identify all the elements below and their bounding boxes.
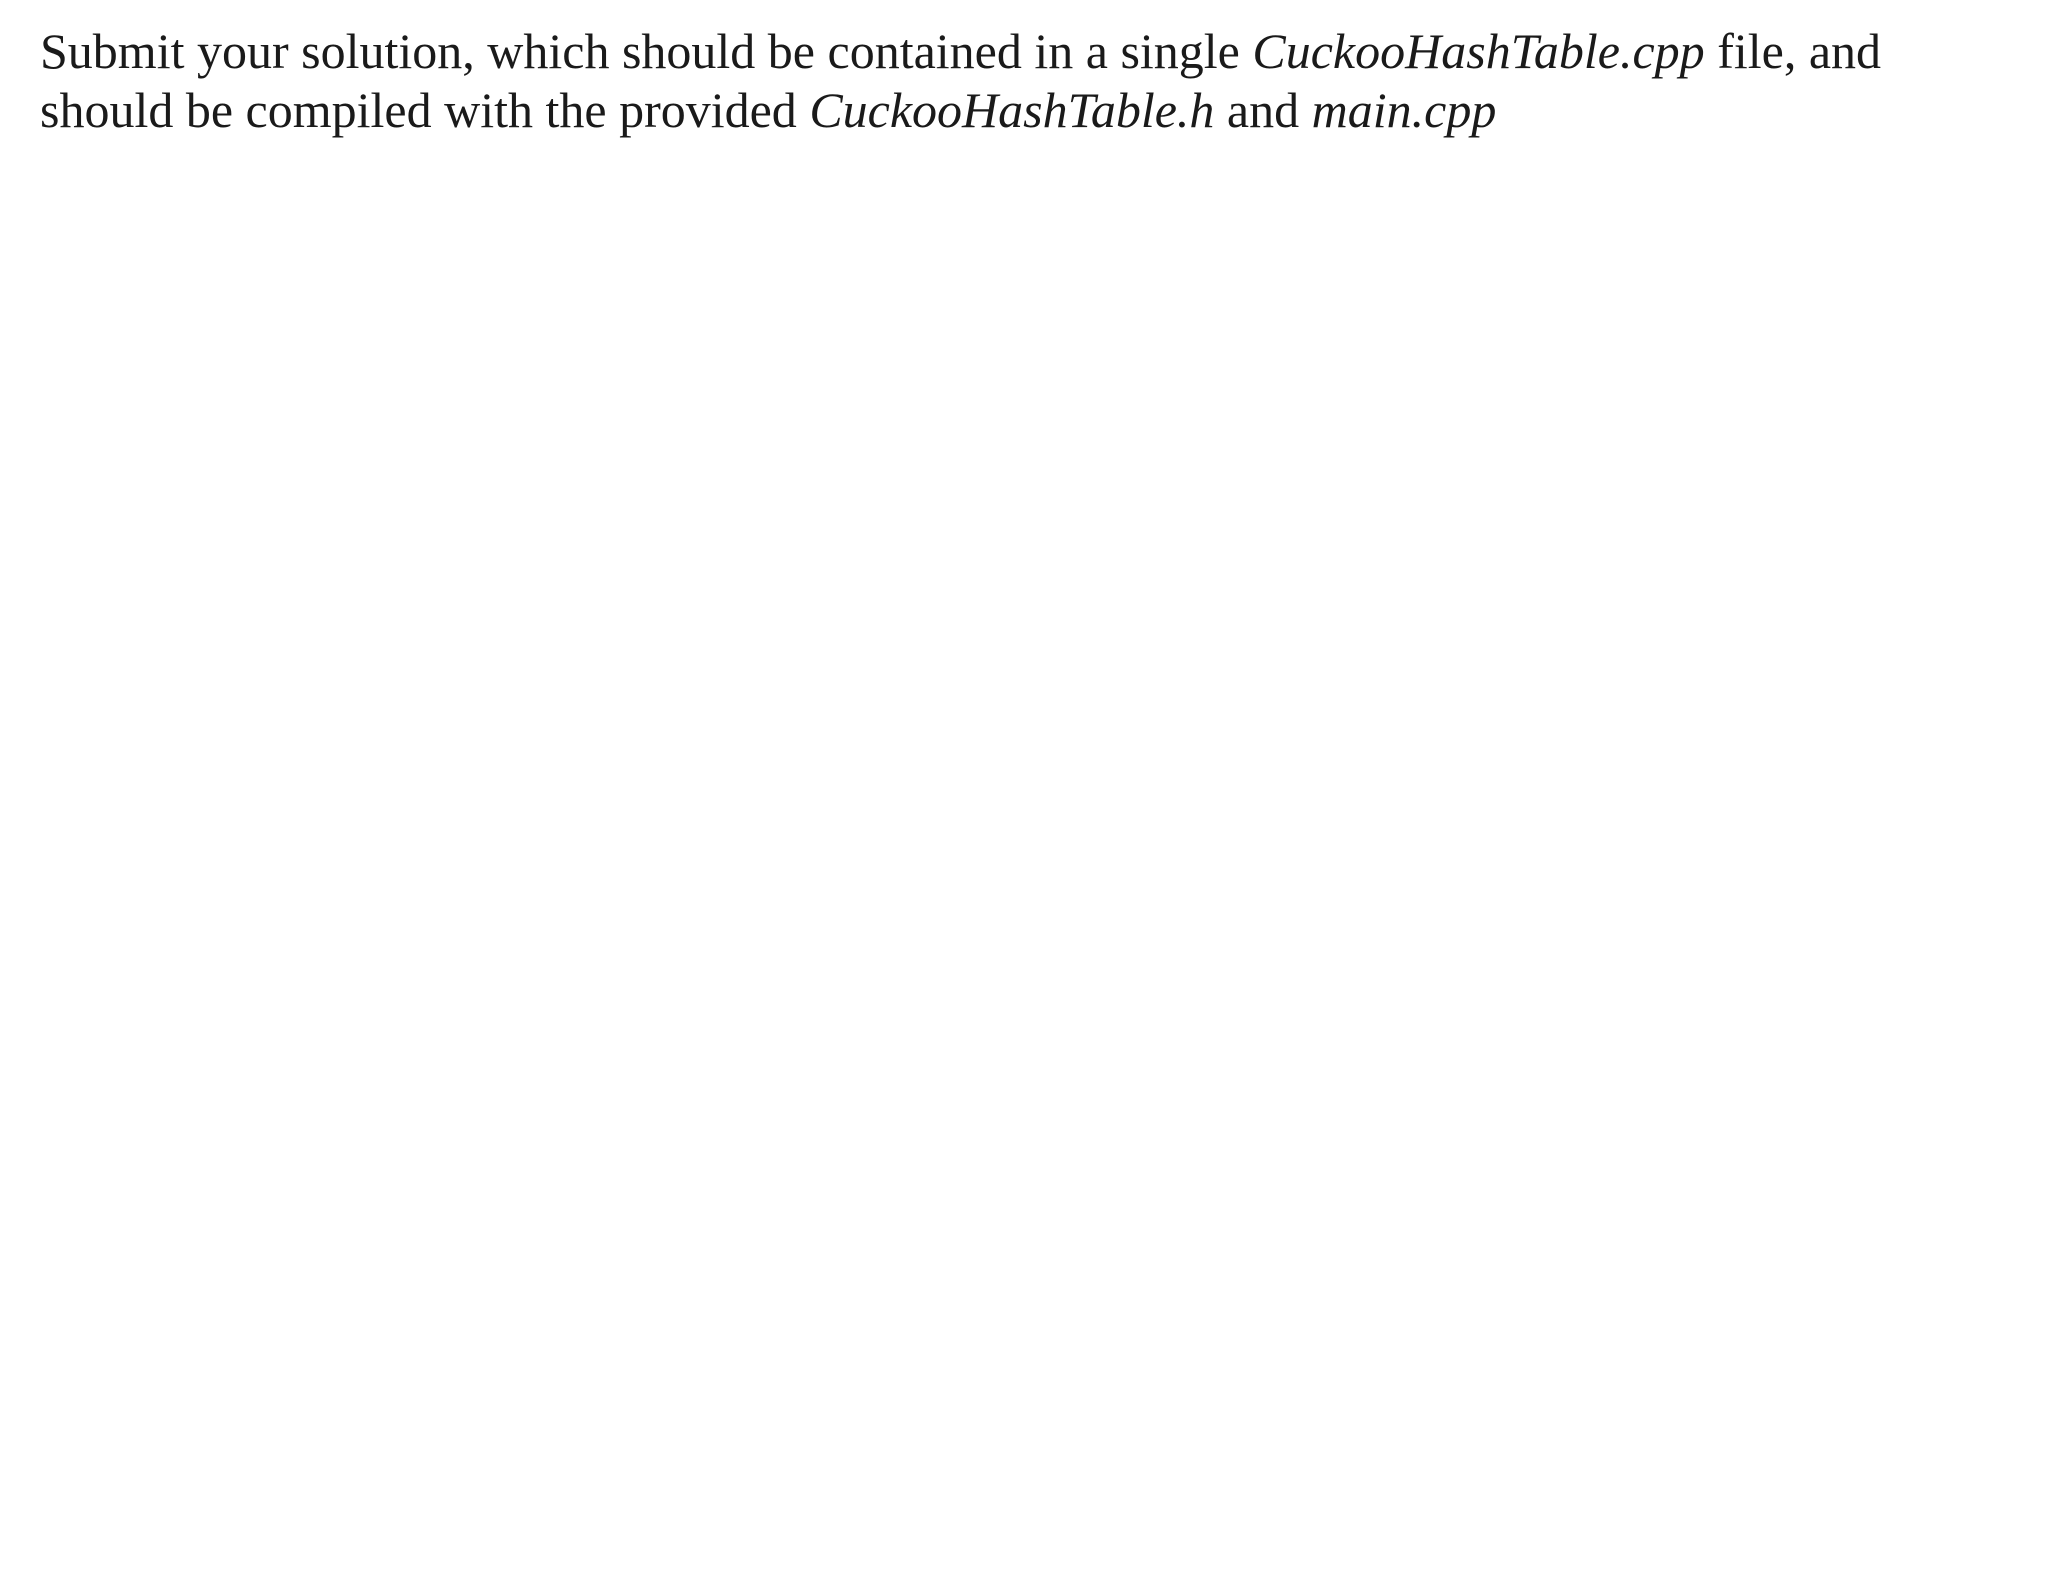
text-segment: Submit your solution, which should be co… — [40, 23, 1252, 79]
filename-main: main.cpp — [1312, 82, 1497, 138]
filename-cpp: CuckooHashTable.cpp — [1252, 23, 1704, 79]
text-segment: and — [1214, 82, 1311, 138]
document-page: Submit your solution, which should be co… — [0, 0, 2046, 1573]
instruction-paragraph: Submit your solution, which should be co… — [40, 22, 2000, 140]
filename-header: CuckooHashTable.h — [809, 82, 1214, 138]
